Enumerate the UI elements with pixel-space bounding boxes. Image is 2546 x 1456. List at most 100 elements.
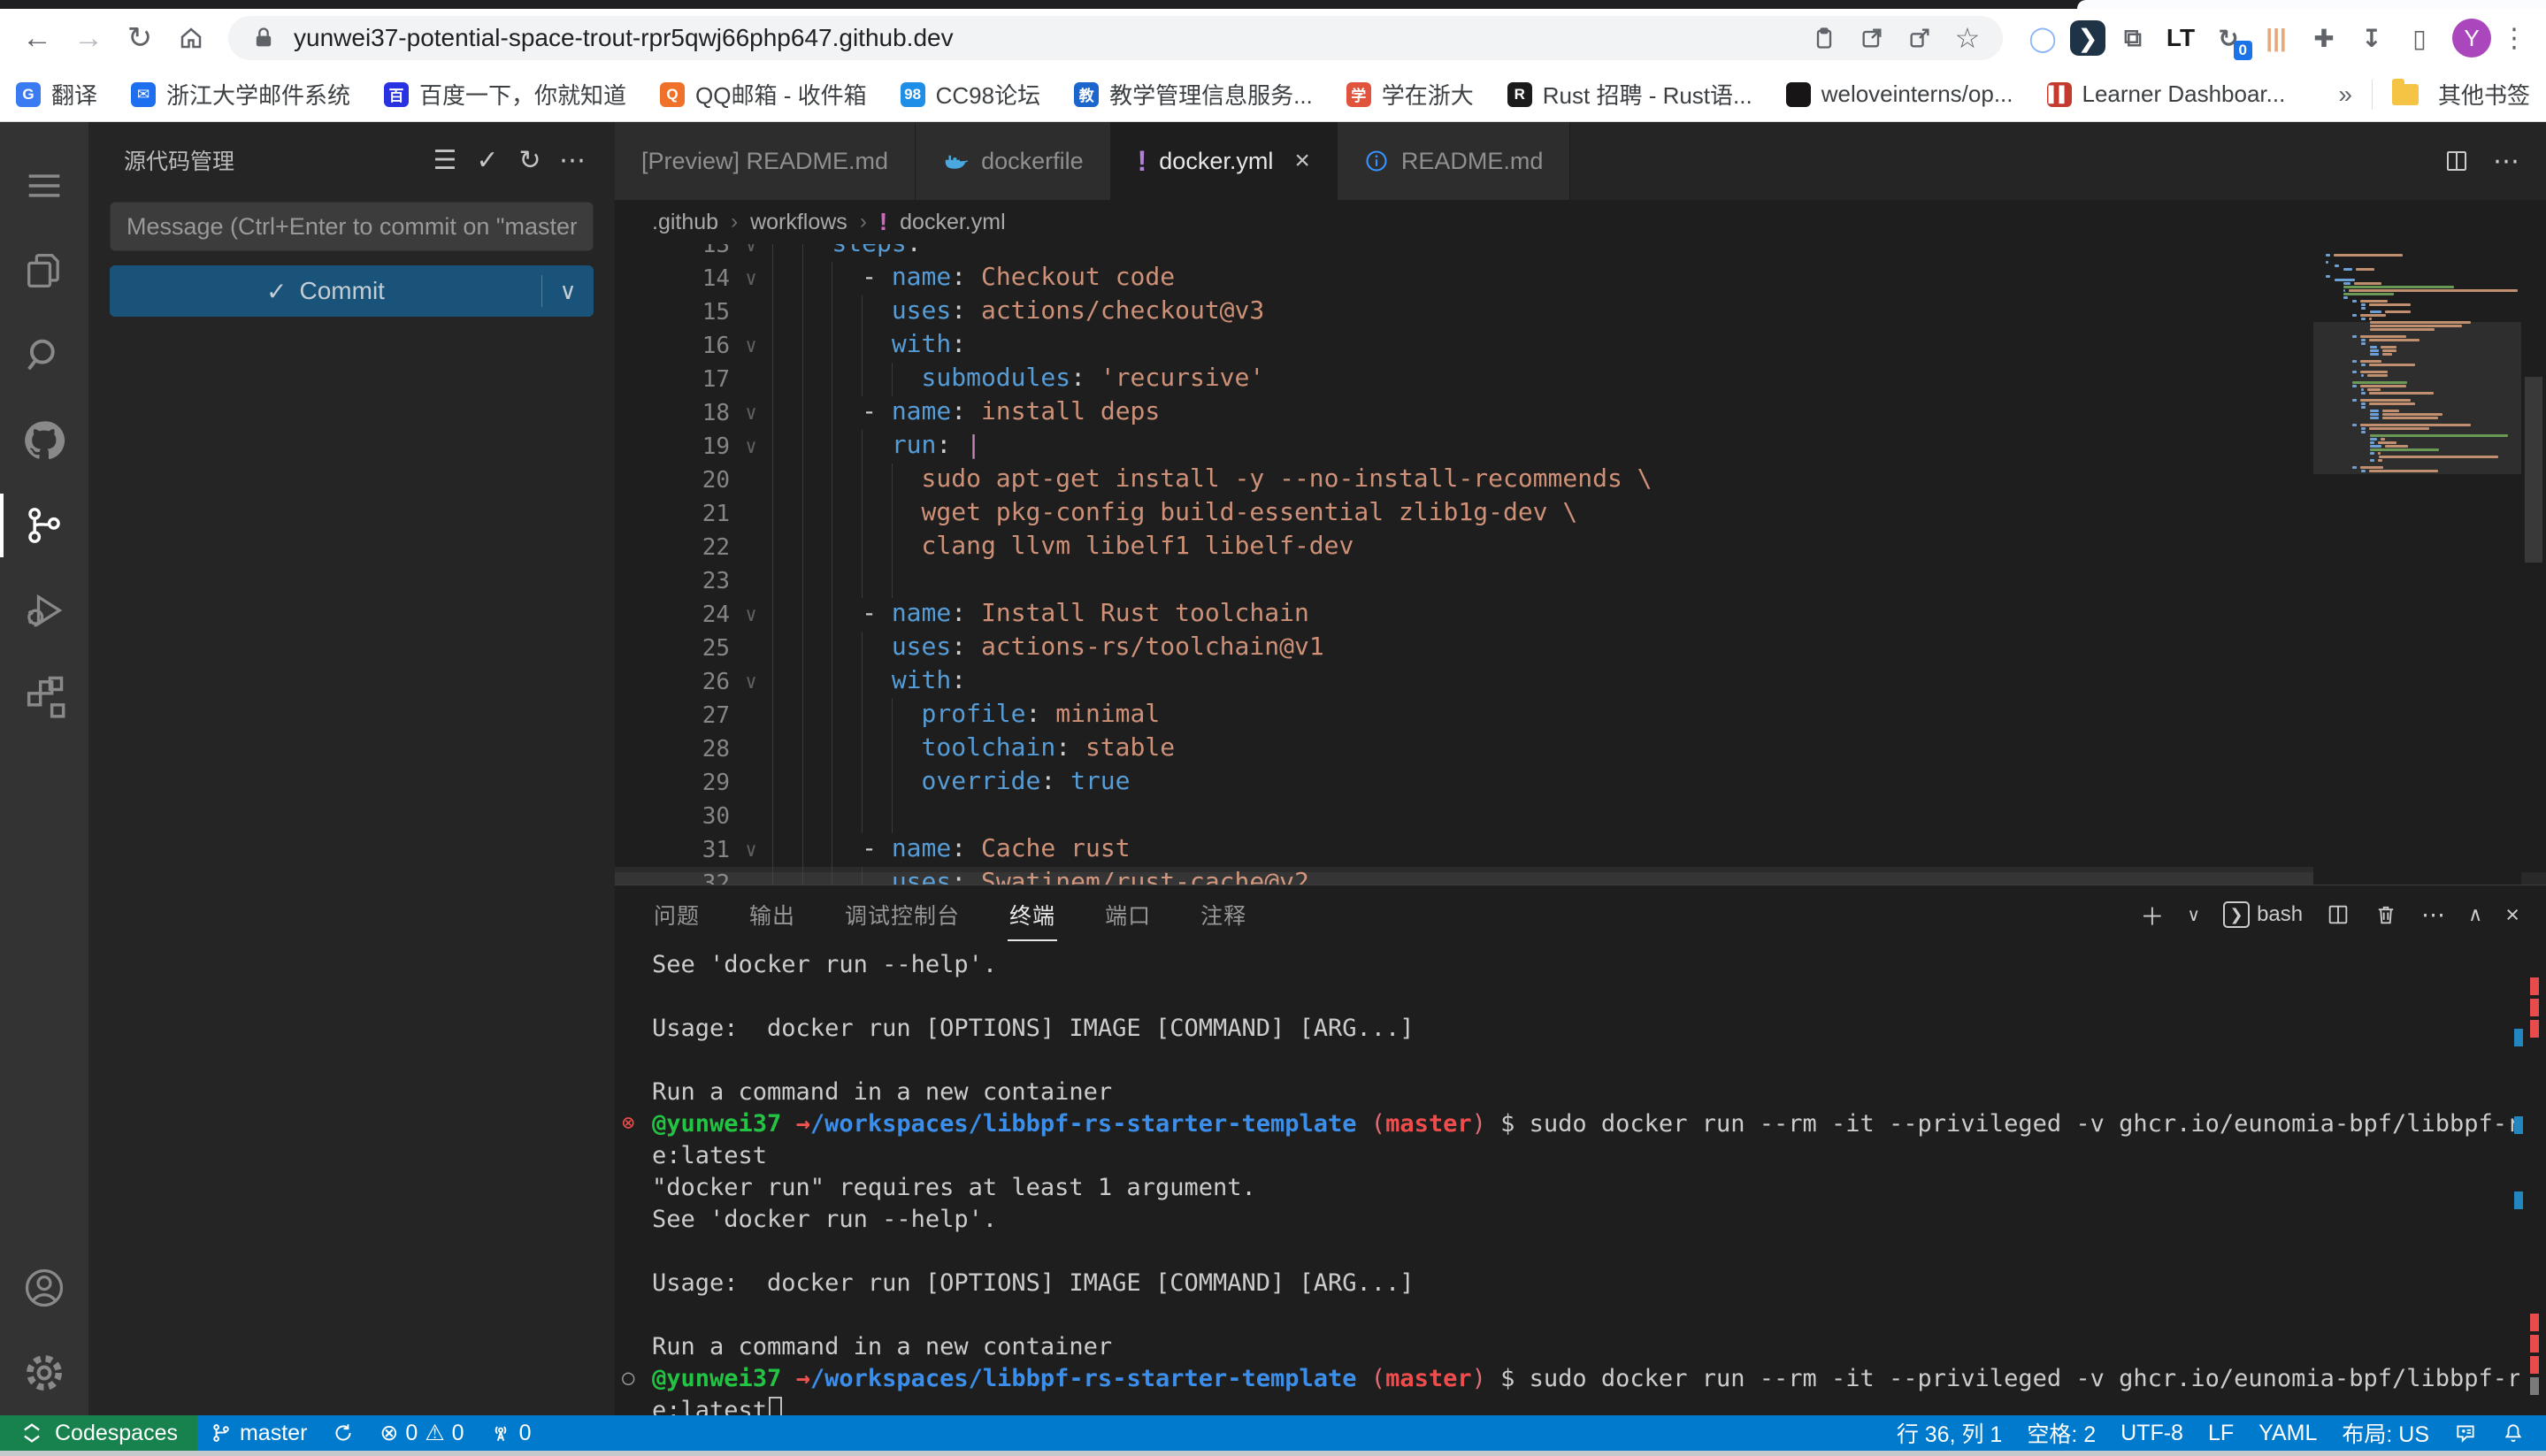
search-icon[interactable] (0, 313, 88, 398)
commit-button[interactable]: ✓ Commit ∨ (110, 265, 594, 317)
source-control-icon[interactable] (0, 483, 88, 568)
terminal-instance-bash[interactable]: ❯ bash (2223, 901, 2303, 928)
panel-more-actions-icon[interactable]: ⋯ (2421, 901, 2445, 929)
breadcrumb-item[interactable]: .github (652, 210, 718, 235)
editor-scrollbar[interactable] (2521, 244, 2546, 885)
bookmark-item[interactable]: QQQ邮箱 - 收件箱 (660, 78, 867, 111)
ports-indicator[interactable]: 0 (477, 1415, 544, 1451)
open-in-new-icon[interactable] (1854, 20, 1890, 56)
status-item[interactable]: UTF-8 (2108, 1415, 2196, 1451)
close-tab-icon[interactable]: × (1294, 146, 1310, 176)
horizontal-scrollbar[interactable] (615, 872, 2546, 885)
feedback-indicator[interactable] (2442, 1415, 2489, 1451)
languagetool-extension-icon[interactable]: LT (2160, 18, 2201, 58)
breadcrumb[interactable]: .github›workflows›!docker.yml (615, 200, 2546, 244)
terminal-output[interactable]: See 'docker run --help'.Usage: docker ru… (615, 944, 2519, 1415)
breadcrumb-item[interactable]: workflows (750, 210, 847, 235)
account-icon[interactable] (0, 1245, 88, 1330)
panel-tab-问题[interactable]: 问题 (652, 886, 702, 943)
fold-chevron-icon[interactable]: ∨ (730, 671, 772, 694)
pencils-extension-icon[interactable]: ||| (2256, 18, 2297, 58)
forward-button[interactable]: → (65, 15, 111, 61)
bookmark-item[interactable]: 教教学管理信息服务... (1074, 78, 1313, 111)
avatar[interactable]: Y (2452, 19, 2491, 57)
fold-chevron-icon[interactable]: ∨ (730, 335, 772, 357)
refresh-icon[interactable]: ↻ (509, 139, 551, 181)
home-button[interactable] (168, 15, 214, 61)
bookmark-item[interactable]: 学学在浙大 (1346, 78, 1474, 111)
pages-extension-icon[interactable]: ⧉ (2113, 18, 2153, 58)
github-icon[interactable] (0, 398, 88, 483)
fold-chevron-icon[interactable]: ∨ (730, 436, 772, 458)
shield-code-extension-icon[interactable]: ❯ (2070, 20, 2105, 56)
bookmark-item[interactable]: RRust 招聘 - Rust语... (1507, 78, 1752, 111)
more-actions-icon[interactable]: ⋯ (551, 139, 594, 181)
bookmark-item[interactable]: 百百度一下，你就知道 (384, 78, 626, 111)
fold-chevron-icon[interactable]: ∨ (730, 839, 772, 862)
new-terminal-icon[interactable]: ＋ (2140, 898, 2164, 932)
fold-chevron-icon[interactable]: ∨ (730, 402, 772, 425)
maximize-panel-chevron-icon[interactable]: ∧ (2468, 903, 2482, 926)
minimap[interactable] (2313, 244, 2521, 885)
tab-docker-yml[interactable]: !docker.yml× (1111, 122, 1338, 200)
status-item[interactable]: 空格: 2 (2014, 1415, 2108, 1451)
view-list-icon[interactable]: ☰ (424, 139, 466, 181)
menu-icon[interactable] (0, 143, 88, 228)
other-bookmarks-label[interactable]: 其他书签 (2438, 78, 2530, 111)
reload-button[interactable]: ↻ (117, 15, 163, 61)
remote-indicator[interactable]: Codespaces (0, 1415, 197, 1451)
kill-terminal-trash-icon[interactable] (2373, 902, 2398, 927)
url-text[interactable]: yunwei37-potential-space-trout-rpr5qwj66… (294, 24, 1794, 52)
explorer-icon[interactable] (0, 228, 88, 313)
sync-extension-icon[interactable]: ↻0 (2208, 18, 2249, 58)
puzzle-extensions-icon[interactable]: ✚ (2304, 18, 2344, 58)
bookmark-item[interactable]: 98CC98论坛 (901, 78, 1040, 111)
bookmark-item[interactable]: G翻译 (16, 78, 97, 111)
status-item[interactable]: 行 36, 列 1 (1884, 1415, 2015, 1451)
notifications-indicator[interactable] (2489, 1415, 2546, 1451)
fold-chevron-icon[interactable]: ∨ (730, 604, 772, 626)
panel-tab-输出[interactable]: 输出 (748, 886, 797, 943)
problems-indicator[interactable]: ⊗ 0 ⚠ 0 (367, 1415, 476, 1451)
clipboard-icon[interactable] (1806, 20, 1842, 56)
share-icon[interactable] (1902, 20, 1937, 56)
ring-extension-icon[interactable]: ◯ (2022, 18, 2063, 58)
panel-tab-终端[interactable]: 终端 (1008, 886, 1057, 943)
bookmark-item[interactable]: weloveinterns/op... (1786, 80, 2013, 108)
breadcrumb-item[interactable]: docker.yml (900, 210, 1005, 235)
status-item[interactable]: YAML (2246, 1415, 2329, 1451)
split-terminal-icon[interactable] (2326, 902, 2350, 927)
panel-tab-端口[interactable]: 端口 (1103, 886, 1153, 943)
bookmark-star-icon[interactable]: ☆ (1950, 20, 1985, 56)
tab--preview-readme-md[interactable]: [Preview] README.md (615, 122, 916, 200)
panel-tab-调试控制台[interactable]: 调试控制台 (843, 886, 962, 943)
settings-gear-icon[interactable] (0, 1330, 88, 1415)
fold-chevron-icon[interactable]: ∨ (730, 268, 772, 290)
tab-dockerfile[interactable]: dockerfile (916, 122, 1111, 200)
editor-scrollbar-slider[interactable] (2525, 377, 2542, 563)
commit-check-icon[interactable]: ✓ (466, 139, 509, 181)
browser-menu-icon[interactable]: ⋮ (2496, 23, 2532, 54)
side-panel-icon[interactable]: ▯ (2399, 18, 2440, 58)
terminal-dropdown-chevron-icon[interactable]: ∨ (2187, 904, 2200, 926)
close-panel-icon[interactable]: × (2505, 901, 2519, 929)
bookmark-item[interactable]: ✉浙江大学邮件系统 (131, 78, 350, 111)
status-item[interactable]: LF (2196, 1415, 2246, 1451)
split-editor-icon[interactable] (2443, 148, 2470, 174)
editor-more-actions-icon[interactable]: ⋯ (2493, 146, 2519, 177)
extensions-icon[interactable] (0, 653, 88, 738)
download-icon[interactable]: ↧ (2351, 18, 2392, 58)
tab-readme-md[interactable]: README.md (1338, 122, 1571, 200)
back-button[interactable]: ← (14, 15, 60, 61)
commit-message-input[interactable] (110, 202, 594, 251)
fold-chevron-icon[interactable]: ∨ (730, 244, 772, 257)
url-bar[interactable]: yunwei37-potential-space-trout-rpr5qwj66… (228, 16, 2003, 60)
bookmark-item[interactable]: ▌▌Learner Dashboar... (2047, 80, 2286, 108)
run-debug-icon[interactable] (0, 568, 88, 653)
commit-dropdown-chevron-icon[interactable]: ∨ (542, 278, 594, 305)
sync-indicator[interactable] (319, 1415, 367, 1451)
branch-indicator[interactable]: master (197, 1415, 319, 1451)
bookmarks-overflow-chevron[interactable]: » (2338, 80, 2352, 109)
status-item[interactable]: 布局: US (2329, 1415, 2442, 1451)
panel-tab-注释[interactable]: 注释 (1199, 886, 1248, 943)
